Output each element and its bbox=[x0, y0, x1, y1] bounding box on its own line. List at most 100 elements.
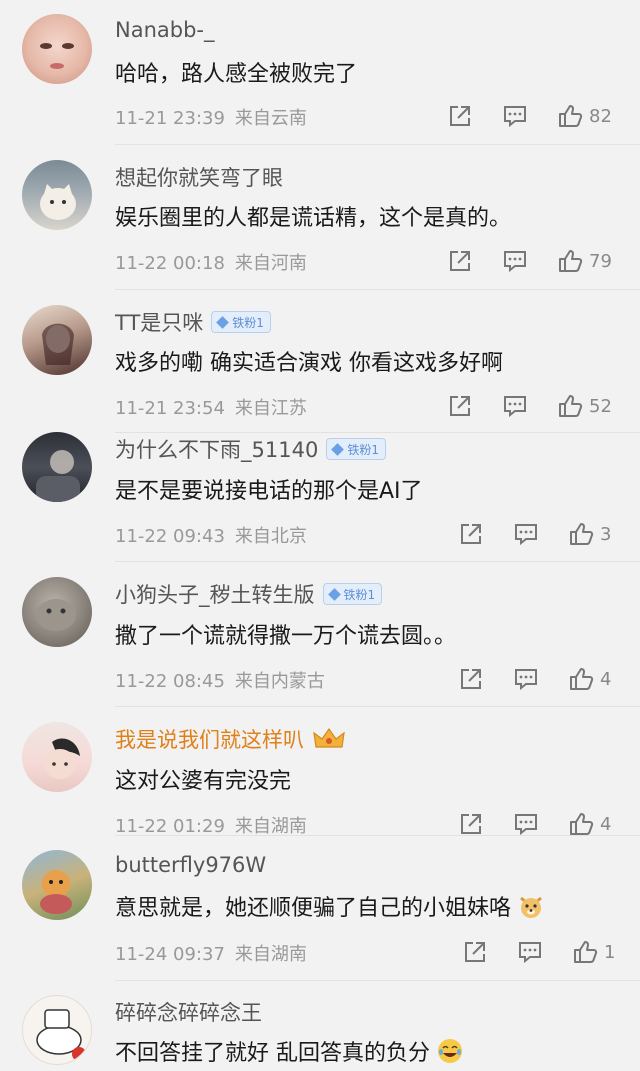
like-count: 52 bbox=[589, 395, 612, 417]
like-count: 4 bbox=[600, 668, 612, 690]
share-icon bbox=[450, 396, 470, 416]
doge-emoji-icon bbox=[520, 896, 542, 918]
username[interactable]: 我是说我们就这样叭 bbox=[115, 724, 346, 754]
divider bbox=[115, 835, 640, 836]
comment-text: 这对公婆有完没完 bbox=[115, 769, 292, 794]
username[interactable]: 碎碎念碎碎念王 bbox=[115, 997, 262, 1027]
thumbs-up-icon bbox=[570, 813, 594, 835]
avatar[interactable] bbox=[22, 722, 92, 792]
comment-button[interactable] bbox=[513, 810, 539, 838]
like-button[interactable]: 4 bbox=[568, 810, 611, 838]
comment-meta: 11-24 09:37 来自湖南 bbox=[115, 940, 307, 966]
comment-button[interactable] bbox=[513, 665, 539, 693]
like-button[interactable]: 52 bbox=[557, 392, 612, 420]
comment-meta: 11-22 00:18 来自河南 bbox=[115, 249, 307, 275]
comment-text: 撒了一个谎就得撒一万个谎去圆。。 bbox=[115, 624, 457, 649]
location: 来自云南 bbox=[234, 108, 307, 129]
like-button[interactable]: 4 bbox=[568, 665, 611, 693]
share-button[interactable] bbox=[447, 392, 473, 420]
avatar[interactable] bbox=[22, 432, 92, 502]
location: 来自内蒙古 bbox=[234, 671, 325, 692]
diamond-icon bbox=[327, 587, 341, 601]
comment-meta: 11-22 08:45 来自内蒙古 bbox=[115, 667, 325, 693]
comment-icon bbox=[515, 669, 537, 691]
fan-badge: 铁粉1 bbox=[326, 438, 386, 460]
comment-text: 不回答挂了就好 乱回答真的负分 bbox=[115, 1035, 464, 1067]
timestamp: 11-21 23:39 bbox=[115, 108, 225, 129]
comment-button[interactable] bbox=[502, 392, 528, 420]
thumbs-up-icon bbox=[570, 523, 594, 545]
timestamp: 11-21 23:54 bbox=[115, 398, 225, 419]
avatar-portrait-icon bbox=[42, 323, 74, 365]
like-count: 79 bbox=[589, 250, 612, 272]
comment-button[interactable] bbox=[502, 247, 528, 275]
avatar[interactable] bbox=[22, 995, 92, 1065]
divider bbox=[115, 289, 640, 290]
divider bbox=[115, 432, 640, 433]
thumbs-up-icon bbox=[559, 395, 583, 417]
comment-meta: 11-21 23:54 来自江苏 bbox=[115, 394, 307, 420]
timestamp: 11-22 09:43 bbox=[115, 526, 225, 547]
like-button[interactable]: 1 bbox=[572, 938, 615, 966]
avatar[interactable] bbox=[22, 160, 92, 230]
share-button[interactable] bbox=[458, 520, 484, 548]
cartoon-avatar-icon bbox=[36, 1009, 86, 1061]
avatar[interactable] bbox=[22, 305, 92, 375]
location: 来自江苏 bbox=[234, 398, 307, 419]
cat-avatar-icon bbox=[36, 599, 76, 631]
comment-meta: 11-22 09:43 来自北京 bbox=[115, 522, 307, 548]
comment-text: 娱乐圈里的人都是谎话精，这个是真的。 bbox=[115, 206, 512, 231]
comment-text: 是不是要说接电话的那个是AI了 bbox=[115, 479, 423, 504]
divider bbox=[115, 561, 640, 562]
comment-icon bbox=[504, 106, 526, 128]
share-icon bbox=[461, 669, 481, 689]
username[interactable]: 为什么不下雨_51140 铁粉1 bbox=[115, 434, 386, 464]
comment-meta: 11-21 23:39 来自云南 bbox=[115, 104, 307, 130]
diamond-icon bbox=[216, 315, 230, 329]
share-icon bbox=[461, 814, 481, 834]
share-icon bbox=[461, 524, 481, 544]
fan-badge: 铁粉1 bbox=[211, 311, 271, 333]
comment-text: 哈哈，路人感全被败完了 bbox=[115, 62, 358, 87]
like-count: 1 bbox=[604, 941, 616, 963]
avatar[interactable] bbox=[22, 14, 92, 84]
comment-text: 戏多的嘞 确实适合演戏 你看这戏多好啊 bbox=[115, 351, 503, 376]
share-icon bbox=[450, 106, 470, 126]
username[interactable]: butterfly976W bbox=[115, 853, 266, 877]
share-icon bbox=[450, 251, 470, 271]
comment-button[interactable] bbox=[502, 102, 528, 130]
like-count: 82 bbox=[589, 105, 612, 127]
share-button[interactable] bbox=[447, 247, 473, 275]
laughing-tears-emoji-icon bbox=[438, 1039, 462, 1063]
like-button[interactable]: 79 bbox=[557, 247, 612, 275]
timestamp: 11-22 01:29 bbox=[115, 816, 225, 837]
username[interactable]: TT是只咪 铁粉1 bbox=[115, 307, 271, 337]
share-button[interactable] bbox=[458, 810, 484, 838]
comment-button[interactable] bbox=[513, 520, 539, 548]
comment-text: 意思就是，她还顺便骗了自己的小姐妹咯 bbox=[115, 890, 545, 922]
location: 来自北京 bbox=[234, 526, 307, 547]
like-button[interactable]: 3 bbox=[568, 520, 611, 548]
share-button[interactable] bbox=[458, 665, 484, 693]
timestamp: 11-22 00:18 bbox=[115, 253, 225, 274]
diamond-icon bbox=[331, 442, 345, 456]
divider bbox=[115, 980, 640, 981]
avatar-person-icon bbox=[36, 450, 80, 502]
share-button[interactable] bbox=[447, 102, 473, 130]
share-button[interactable] bbox=[462, 938, 488, 966]
avatar[interactable] bbox=[22, 850, 92, 920]
avatar[interactable] bbox=[22, 577, 92, 647]
thumbs-up-icon bbox=[570, 668, 594, 690]
username[interactable]: 小狗头子_秽土转生版 铁粉1 bbox=[115, 579, 383, 609]
username[interactable]: Nanabb-_ bbox=[115, 18, 215, 42]
location: 来自河南 bbox=[234, 253, 307, 274]
like-count: 4 bbox=[600, 813, 612, 835]
comment-button[interactable] bbox=[517, 938, 543, 966]
cat-avatar-icon bbox=[40, 184, 76, 220]
comment-icon bbox=[519, 942, 541, 964]
like-button[interactable]: 82 bbox=[557, 102, 612, 130]
crown-icon bbox=[313, 727, 345, 748]
location: 来自湖南 bbox=[234, 944, 307, 965]
username[interactable]: 想起你就笑弯了眼 bbox=[115, 162, 283, 192]
comment-icon bbox=[515, 524, 537, 546]
